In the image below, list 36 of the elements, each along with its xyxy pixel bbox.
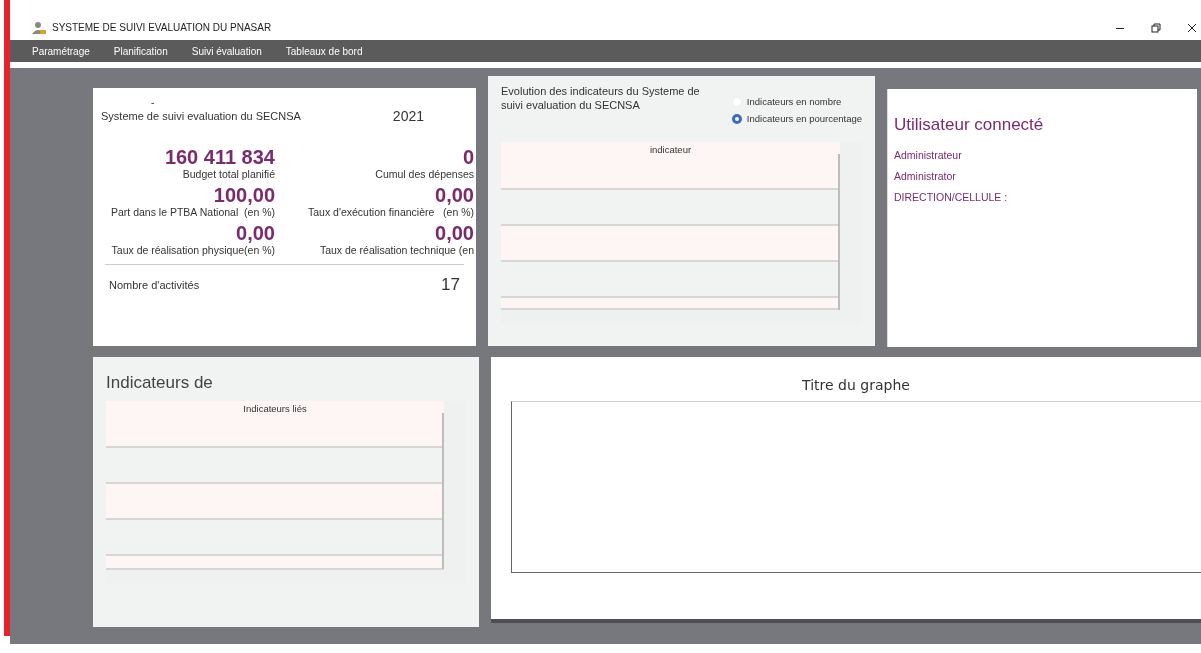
user-info: Administrator (894, 170, 957, 182)
column-header[interactable]: Indicateurs liés (106, 403, 444, 414)
panel-title: Evolution des indicateurs du Systeme de suivi evaluation du SECNSA (501, 84, 701, 113)
metric-value: 100,00 (213, 184, 275, 206)
activities-label: Nombre d'activités (109, 279, 200, 291)
metric-label: Part dans le PTBA National (en %) (111, 206, 275, 218)
menu-item[interactable]: Planification (103, 45, 178, 57)
graph-title: Titre du graphe (801, 377, 911, 393)
dash-text: - (151, 98, 156, 108)
restore-icon[interactable] (1151, 22, 1161, 33)
user-info: DIRECTION/CELLULE : (894, 191, 1009, 203)
radio-option[interactable]: Indicateurs en pourcentage (731, 113, 862, 124)
metric-label: Taux de réalisation physique(en %) (111, 244, 275, 256)
metric-value: 0,00 (435, 184, 474, 206)
metric-value: 0,00 (236, 222, 275, 244)
column-header[interactable]: indicateur (501, 144, 840, 155)
activities-count: 17 (441, 275, 460, 295)
metric-value: 160 411 834 (164, 146, 275, 168)
metric-value: 0,00 (435, 222, 474, 244)
metric-value: 0 (462, 146, 474, 168)
close-icon[interactable] (1187, 22, 1197, 33)
card-title: Systeme de suivi evaluation du SECNSA (101, 110, 301, 122)
user-info: Administrateur (894, 149, 963, 161)
user-icon (32, 21, 46, 34)
menu-item[interactable]: Suivi évaluation (181, 45, 272, 57)
panel-title: Indicateurs de (106, 373, 214, 393)
metric-label: Taux d'exécution financière (en %) (308, 206, 474, 218)
metric-label: Budget total planifié (182, 168, 275, 180)
year-text: 2021 (392, 108, 424, 124)
user-panel-title: Utilisateur connecté (894, 115, 1045, 135)
metric-label: Taux de réalisation technique (en (319, 244, 474, 256)
menu-item[interactable]: Tableaux de bord (275, 45, 373, 57)
menu-item[interactable]: Paramétrage (22, 45, 100, 57)
window-title: SYSTEME DE SUIVI EVALUATION DU PNASAR (52, 22, 272, 33)
radio-option[interactable]: Indicateurs en nombre (731, 96, 862, 107)
metric-label: Cumul des dépenses (375, 168, 474, 180)
